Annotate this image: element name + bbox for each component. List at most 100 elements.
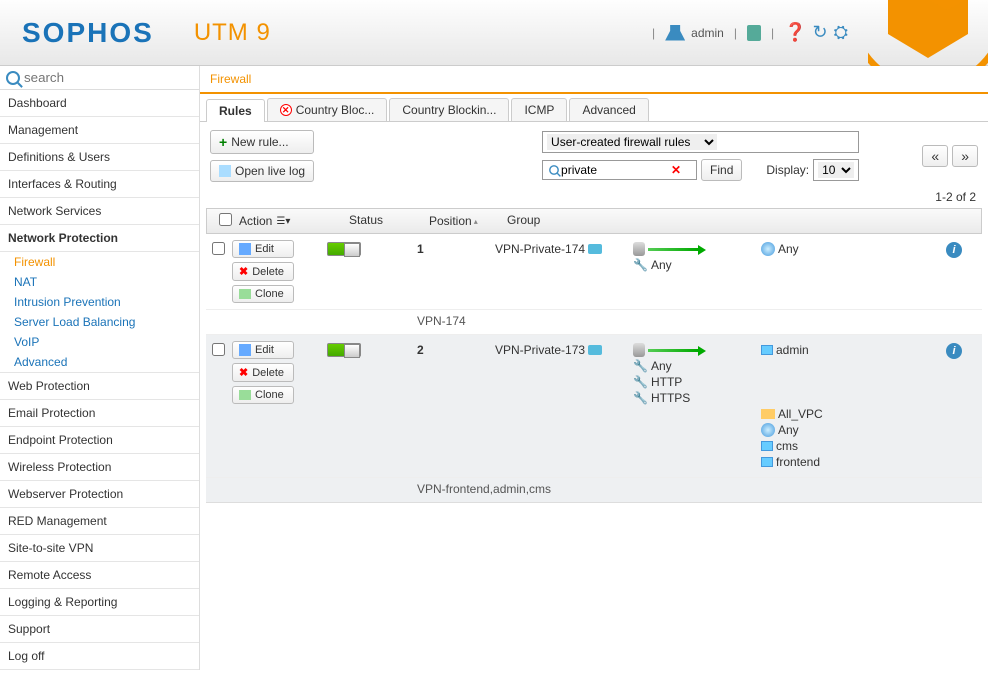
sidebar-item-network-services[interactable]: Network Services: [0, 198, 199, 225]
sidebar-item-definitions-users[interactable]: Definitions & Users: [0, 144, 199, 171]
tab-country-bloc-[interactable]: ✕Country Bloc...: [267, 98, 388, 121]
service-icon: 🔧: [633, 391, 648, 405]
th-position[interactable]: Position▴: [423, 213, 501, 229]
display-label: Display:: [766, 163, 809, 177]
find-button[interactable]: Find: [701, 159, 742, 181]
sidebar-sub-voip[interactable]: VoIP: [0, 332, 199, 352]
sidebar-item-interfaces-routing[interactable]: Interfaces & Routing: [0, 171, 199, 198]
filter-select[interactable]: User-created firewall rules: [542, 131, 859, 153]
table-header: Action ☰▾ Status Position▴ Group: [206, 208, 982, 234]
sidebar-item-webserver-protection[interactable]: Webserver Protection: [0, 481, 199, 508]
refresh-icon[interactable]: ↻: [813, 22, 828, 43]
username[interactable]: admin: [691, 26, 724, 40]
help-icon[interactable]: ❓: [784, 22, 806, 43]
display-select[interactable]: 10: [813, 159, 859, 181]
pager-next-button[interactable]: »: [952, 145, 978, 167]
tab-rules[interactable]: Rules: [206, 99, 265, 122]
search-box[interactable]: ✕: [542, 160, 697, 180]
network-icon: [588, 345, 602, 355]
sidebar-item-email-protection[interactable]: Email Protection: [0, 400, 199, 427]
clone-icon: [239, 289, 251, 299]
clipboard-icon[interactable]: [747, 25, 761, 41]
host-icon: [761, 345, 773, 355]
status-toggle[interactable]: [327, 343, 361, 357]
row-checkbox[interactable]: [212, 343, 225, 356]
info-icon[interactable]: i: [946, 343, 962, 359]
edit-button[interactable]: Edit: [232, 240, 294, 258]
sidebar-item-remote-access[interactable]: Remote Access: [0, 562, 199, 589]
table-row: Edit✖DeleteClone1VPN-Private-174Any🔧Anyi: [206, 234, 982, 310]
rule-name: VPN-174: [417, 314, 466, 328]
globe-icon: [761, 423, 775, 437]
destination-label: Any: [778, 423, 799, 437]
th-group[interactable]: Group: [501, 213, 945, 229]
tab-icmp[interactable]: ICMP: [511, 98, 567, 121]
destination-label: cms: [776, 439, 798, 453]
arrow-icon: [648, 244, 708, 254]
sidebar-search-input[interactable]: [24, 70, 174, 85]
sidebar-item-endpoint-protection[interactable]: Endpoint Protection: [0, 427, 199, 454]
breadcrumb: Firewall: [200, 66, 988, 94]
rule-name-row: VPN-174: [206, 310, 982, 335]
th-action[interactable]: Action ☰▾: [233, 213, 343, 229]
sidebar-item-management[interactable]: Management: [0, 117, 199, 144]
pager: « »: [922, 145, 978, 167]
tab-advanced[interactable]: Advanced: [569, 98, 648, 121]
sidebar-item-dashboard[interactable]: Dashboard: [0, 90, 199, 117]
open-live-log-button[interactable]: Open live log: [210, 160, 314, 182]
source-label: VPN-Private-173: [495, 343, 585, 357]
clone-icon: [239, 390, 251, 400]
edit-button[interactable]: Edit: [232, 341, 294, 359]
sidebar-sub-intrusion-prevention[interactable]: Intrusion Prevention: [0, 292, 199, 312]
search-input[interactable]: [561, 163, 671, 177]
edit-icon: [239, 243, 251, 255]
arrow-icon: [648, 345, 708, 355]
toolbar: +New rule... Open live log User-created …: [200, 122, 988, 190]
rule-name-row: VPN-frontend,admin,cms: [206, 478, 982, 503]
row-checkbox[interactable]: [212, 242, 225, 255]
header-toolbar: | admin | | ❓ ↻ ⛭: [648, 22, 848, 43]
barrel-icon: [633, 242, 645, 256]
th-status[interactable]: Status: [343, 213, 423, 229]
result-count: 1-2 of 2: [200, 190, 988, 208]
sidebar-search[interactable]: [0, 66, 199, 90]
sidebar-sub-nat[interactable]: NAT: [0, 272, 199, 292]
delete-button[interactable]: ✖Delete: [232, 262, 294, 281]
clone-button[interactable]: Clone: [232, 285, 294, 303]
sidebar-item-site-to-site-vpn[interactable]: Site-to-site VPN: [0, 535, 199, 562]
del-icon: ✖: [239, 265, 248, 278]
header: SOPHOS UTM 9 | admin | | ❓ ↻ ⛭: [0, 0, 988, 66]
sidebar-item-red-management[interactable]: RED Management: [0, 508, 199, 535]
tab-bar: Rules✕Country Bloc...Country Blockin...I…: [200, 94, 988, 122]
sidebar-sub-firewall[interactable]: Firewall: [0, 252, 199, 272]
sidebar-item-web-protection[interactable]: Web Protection: [0, 373, 199, 400]
sidebar-item-logging-reporting[interactable]: Logging & Reporting: [0, 589, 199, 616]
sidebar-item-wireless-protection[interactable]: Wireless Protection: [0, 454, 199, 481]
pager-prev-button[interactable]: «: [922, 145, 948, 167]
brand-logo: SOPHOS: [22, 17, 154, 49]
sort-asc-icon: ▴: [474, 217, 478, 226]
user-icon: [665, 25, 685, 41]
service-icon: 🔧: [633, 375, 648, 389]
service-label: HTTP: [651, 375, 682, 389]
clone-button[interactable]: Clone: [232, 386, 294, 404]
clear-search-icon[interactable]: ✕: [671, 163, 681, 177]
select-all-checkbox[interactable]: [219, 213, 232, 226]
sidebar-item-log-off[interactable]: Log off: [0, 643, 199, 670]
loading-icon: ⛭: [834, 22, 848, 43]
status-toggle[interactable]: [327, 242, 361, 256]
info-icon[interactable]: i: [946, 242, 962, 258]
sidebar-item-network-protection[interactable]: Network Protection: [0, 225, 199, 252]
sidebar-sub-server-load-balancing[interactable]: Server Load Balancing: [0, 312, 199, 332]
sidebar-sub-advanced[interactable]: Advanced: [0, 352, 199, 372]
destination-label: admin: [776, 343, 809, 357]
tab-country-blockin-[interactable]: Country Blockin...: [389, 98, 509, 121]
delete-button[interactable]: ✖Delete: [232, 363, 294, 382]
edit-icon: [239, 344, 251, 356]
service-icon: 🔧: [633, 359, 648, 373]
host-icon: [761, 441, 773, 451]
plus-icon: +: [219, 134, 227, 150]
sidebar-item-support[interactable]: Support: [0, 616, 199, 643]
main-panel: Firewall Rules✕Country Bloc...Country Bl…: [200, 66, 988, 670]
new-rule-button[interactable]: +New rule...: [210, 130, 314, 154]
